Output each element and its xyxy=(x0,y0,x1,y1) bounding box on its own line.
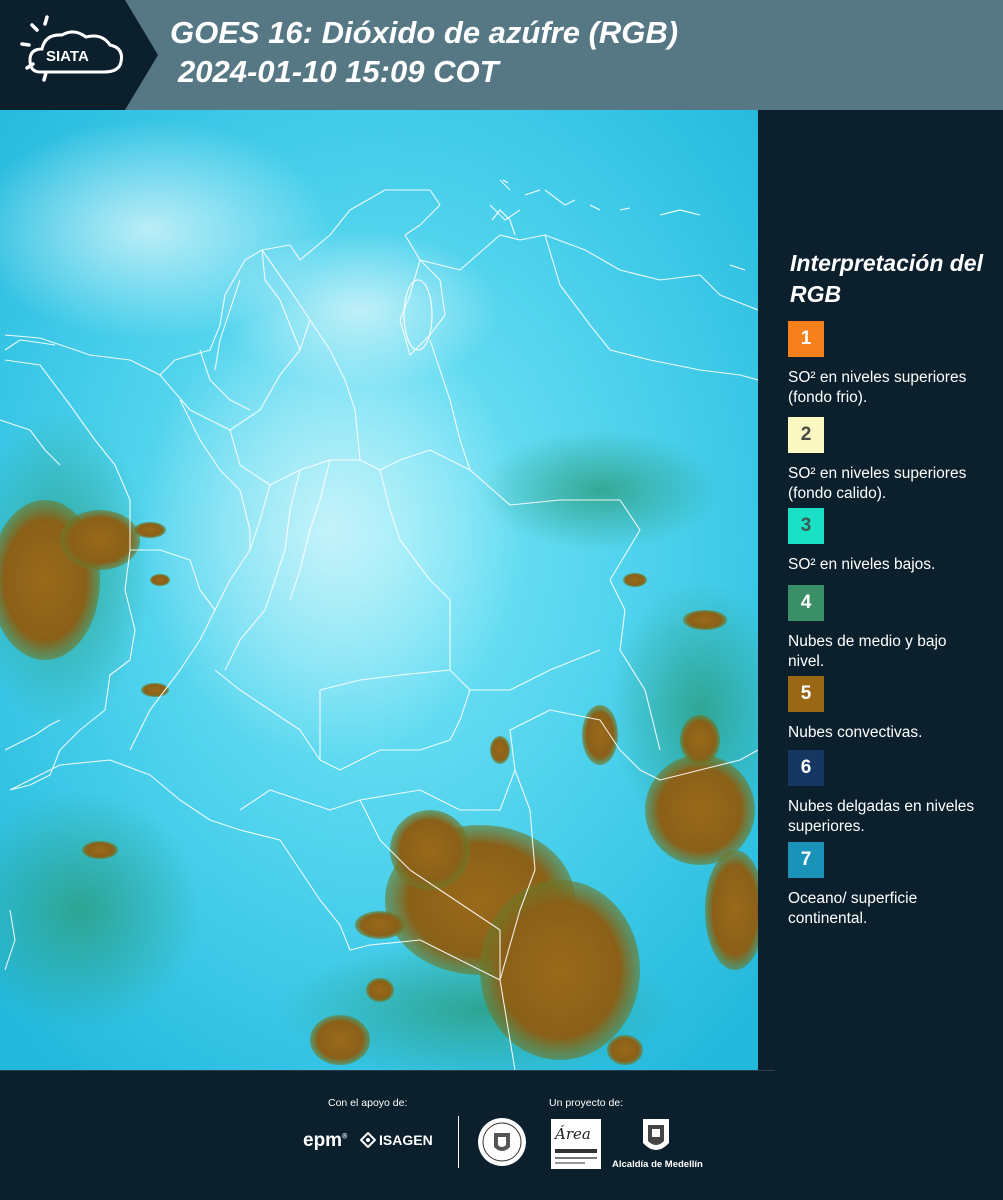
legend-title: Interpretación del RGB xyxy=(790,250,983,307)
alcaldia-seal-icon xyxy=(643,1119,669,1150)
legend-swatch-5: 5 xyxy=(788,676,824,712)
satellite-map-image xyxy=(0,110,758,1070)
epm-logo-text: epm xyxy=(303,1130,343,1151)
siata-brand-text: SIATA xyxy=(46,48,89,65)
satellite-map[interactable] xyxy=(0,110,758,1070)
support-label: Con el apoyo de: xyxy=(328,1097,408,1109)
legend-swatch-4: 4 xyxy=(788,585,824,621)
isagen-logo: ISAGEN xyxy=(360,1132,433,1148)
legend-item-4: 4 Nubes de medio y bajo nivel. xyxy=(788,585,988,672)
legend-desc-5: Nubes convectivas. xyxy=(788,724,923,741)
siata-logo-icon: SIATA xyxy=(0,0,158,110)
legend-desc-4: Nubes de medio y bajo nivel. xyxy=(788,633,947,670)
legend-panel: Interpretación del RGB 1 SO² en niveles … xyxy=(758,110,1003,1070)
legend-swatch-6: 6 xyxy=(788,750,824,786)
page-title-line2: 2024-01-10 15:09 COT xyxy=(178,54,499,89)
legend-swatch-1: 1 xyxy=(788,321,824,357)
legend-item-5: 5 Nubes convectivas. xyxy=(788,676,988,743)
legend-desc-6: Nubes delgadas en niveles superiores. xyxy=(788,798,975,835)
isagen-logo-text: ISAGEN xyxy=(379,1132,433,1148)
footer-divider xyxy=(458,1116,459,1168)
legend-swatch-7: 7 xyxy=(788,842,824,878)
area-metropolitana-logo: Área xyxy=(551,1119,601,1169)
epm-logo: epm® xyxy=(303,1130,348,1151)
legend-desc-2: SO² en niveles superiores (fondo calido)… xyxy=(788,465,967,502)
project-label: Un proyecto de: xyxy=(549,1097,624,1109)
legend-swatch-2: 2 xyxy=(788,417,824,453)
header-bar: SIATA GOES 16: Dióxido de azúfre (RGB) 2… xyxy=(0,0,1003,110)
legend-item-7: 7 Oceano/ superficie continental. xyxy=(788,842,988,929)
legend-item-1: 1 SO² en niveles superiores (fondo frio)… xyxy=(788,321,988,408)
legend-swatch-3: 3 xyxy=(788,508,824,544)
area-metropolitana-mark-icon xyxy=(555,1149,597,1164)
page-title-line1: GOES 16: Dióxido de azúfre (RGB) xyxy=(170,15,679,50)
legend-desc-7: Oceano/ superficie continental. xyxy=(788,890,918,927)
siata-logo: SIATA xyxy=(0,0,160,110)
footer: Con el apoyo de: Un proyecto de: epm® IS… xyxy=(0,1070,1003,1200)
legend-item-2: 2 SO² en niveles superiores (fondo calid… xyxy=(788,417,988,512)
footer-top-rule xyxy=(0,1070,775,1071)
legend-desc-1: SO² en niveles superiores (fondo frio). xyxy=(788,369,967,406)
medellin-seal-icon xyxy=(478,1118,526,1166)
legend-item-6: 6 Nubes delgadas en niveles superiores. xyxy=(788,750,988,837)
alcaldia-label: Alcaldía de Medellín xyxy=(612,1159,703,1170)
legend-item-3: 3 SO² en niveles bajos. xyxy=(788,508,988,575)
isagen-mark-icon xyxy=(360,1132,376,1148)
legend-desc-3: SO² en niveles bajos. xyxy=(788,556,936,573)
